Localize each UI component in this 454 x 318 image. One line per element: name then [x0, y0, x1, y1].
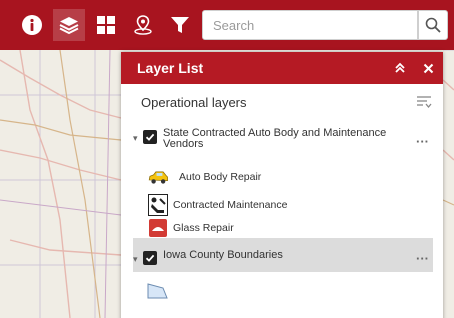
search-button[interactable] [418, 10, 448, 40]
layer-row-vendors[interactable]: ▾ State Contracted Auto Body and Mainten… [133, 128, 433, 150]
more-options-icon[interactable]: ··· [416, 251, 429, 266]
close-icon [423, 63, 433, 73]
layers-button[interactable] [53, 9, 85, 41]
layers-icon [59, 17, 79, 35]
legend-item: Contracted Maintenance [147, 194, 287, 216]
section-title: Operational layers [141, 95, 247, 110]
legend-item: Glass Repair [147, 217, 234, 239]
panel-header: Layer List [121, 52, 443, 84]
search-input[interactable] [203, 11, 417, 39]
layer-visibility-checkbox[interactable] [143, 251, 157, 265]
basemap-gallery-button[interactable] [90, 9, 122, 41]
layer-visibility-checkbox[interactable] [143, 130, 157, 144]
top-toolbar [0, 0, 454, 50]
car-icon [147, 166, 169, 188]
chevron-double-up-icon [395, 62, 405, 73]
filter-button[interactable] [164, 9, 196, 41]
info-icon [22, 15, 42, 35]
legend-item [147, 280, 173, 302]
grid-icon [97, 16, 115, 34]
checkmark-icon [145, 254, 155, 262]
filter-icon [171, 17, 189, 33]
legend-label: Auto Body Repair [179, 171, 262, 183]
layer-list-panel: Layer List Operational layers ▾ State Co… [121, 52, 443, 318]
checkmark-icon [145, 133, 155, 141]
my-location-button[interactable] [127, 9, 159, 41]
collapse-panel-button[interactable] [391, 59, 409, 77]
layer-name: State Contracted Auto Body and Maintenan… [163, 127, 387, 150]
location-pin-icon [134, 15, 152, 35]
legend-item: Auto Body Repair [147, 166, 261, 188]
legend-label: Glass Repair [173, 222, 234, 234]
sort-layers-icon[interactable] [415, 93, 433, 111]
layer-name: Iowa County Boundaries [163, 249, 283, 261]
panel-title: Layer List [137, 60, 204, 76]
info-button[interactable] [16, 9, 48, 41]
more-options-icon[interactable]: ··· [416, 134, 429, 149]
search-field[interactable] [202, 10, 418, 40]
legend-label: Contracted Maintenance [173, 199, 288, 211]
caret-down-icon[interactable]: ▾ [133, 254, 141, 265]
search-icon [425, 17, 441, 33]
close-panel-button[interactable] [419, 59, 437, 77]
caret-down-icon[interactable]: ▾ [133, 133, 141, 144]
layer-row-county-boundaries[interactable]: ▾ Iowa County Boundaries ··· [133, 249, 433, 267]
windshield-icon [147, 217, 169, 239]
mechanic-icon [147, 194, 169, 216]
polygon-icon [147, 280, 169, 302]
